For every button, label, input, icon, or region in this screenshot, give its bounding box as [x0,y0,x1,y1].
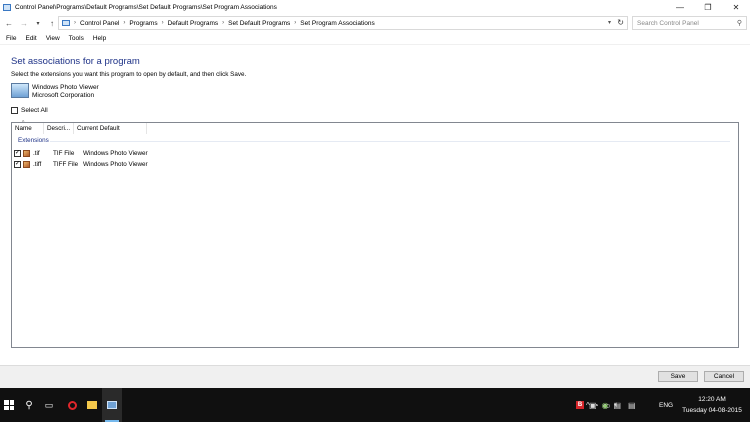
instructions-text: Select the extensions you want this prog… [11,71,247,78]
back-arrow-icon[interactable]: ← [3,16,15,30]
address-dropdown-icon[interactable]: ▾ [608,19,611,26]
row-current-default: Windows Photo Viewer [83,149,148,157]
folder-icon [87,401,97,409]
checkbox-icon[interactable] [11,107,18,114]
task-view-button[interactable]: ▭ [40,388,58,422]
maximize-button[interactable]: ❐ [694,0,722,14]
taskbar-control-panel[interactable] [102,388,122,422]
dialog-footer: Save Cancel [0,366,750,388]
search-icon: ⚲ [736,20,742,27]
page-title: Set associations for a program [11,56,140,67]
cancel-button[interactable]: Cancel [704,371,744,382]
clock-date: Tuesday 04-08-2015 [682,407,742,414]
photo-viewer-icon [11,83,29,98]
row-extension: .tif [33,149,40,157]
column-header-name[interactable]: ^ Name [12,120,44,134]
list-item[interactable]: ✓ .tiff TIFF File Windows Photo Viewer [14,159,148,169]
sort-ascending-icon: ^ [22,120,25,126]
group-divider [50,141,730,142]
taskbar-file-explorer[interactable] [82,388,102,422]
menu-tools[interactable]: Tools [69,35,84,42]
window-controls: — ❐ ✕ [666,0,750,14]
minimize-button[interactable]: — [666,0,694,14]
list-header: ^ Name Descri... Current Default [12,120,152,134]
main-content: Set associations for a program Select th… [0,46,750,366]
taskbar: ⚲ ▭ B ▣ ◉ ▤ ^ ◔ ▭ 🔈︎ ▤ ENG 12:20 AM Tues… [0,388,750,422]
opera-icon [67,400,77,410]
language-indicator[interactable]: ENG [659,388,673,422]
task-view-icon: ▭ [44,399,54,410]
control-panel-icon [3,3,11,11]
search-button[interactable]: ⚲ [20,388,38,422]
close-button[interactable]: ✕ [722,0,750,14]
breadcrumb-set-default-programs[interactable]: Set Default Programs [228,20,290,27]
action-center-button[interactable]: ▤ [628,388,640,422]
menu-bar: File Edit View Tools Help [0,33,750,45]
menu-view[interactable]: View [46,35,60,42]
tif-file-icon [23,149,30,157]
breadcrumb-control-panel[interactable]: Control Panel [80,20,119,27]
windows-logo-icon [4,400,14,410]
search-placeholder: Search Control Panel [637,19,699,27]
bitdefender-icon[interactable]: B [576,401,584,409]
row-extension: .tiff [33,160,42,168]
chevron-right-icon: › [123,20,126,26]
chevron-right-icon: › [222,20,225,26]
row-checkbox[interactable]: ✓ [14,160,21,168]
program-name: Windows Photo Viewer [32,84,99,91]
notifications-icon: ▤ [628,400,636,410]
select-all-checkbox[interactable]: Select All [11,107,48,114]
show-hidden-icons-chevron[interactable]: ^ [586,401,590,410]
start-button[interactable] [0,388,18,422]
clock[interactable]: 12:20 AM Tuesday 04-08-2015 [678,394,746,416]
taskbar-opera[interactable] [62,388,82,422]
breadcrumb-programs[interactable]: Programs [129,20,157,27]
chevron-right-icon: › [74,20,76,26]
chevron-right-icon: › [294,20,297,26]
search-input[interactable]: Search Control Panel ⚲ [632,16,747,30]
chevron-right-icon: › [161,20,164,26]
title-bar: Control Panel\Programs\Default Programs\… [0,0,750,14]
group-header-extensions[interactable]: Extensions [18,137,49,144]
window-title: Control Panel\Programs\Default Programs\… [15,3,277,11]
breadcrumb-set-program-associations[interactable]: Set Program Associations [300,20,374,27]
menu-help[interactable]: Help [93,35,106,42]
volume-icon[interactable]: 🔈︎ [614,400,619,410]
tiff-file-icon [23,160,30,168]
up-arrow-icon[interactable]: ↑ [46,16,58,30]
column-header-description[interactable]: Descri... [44,123,74,134]
row-description: TIF File [53,149,75,157]
program-company: Microsoft Corporation [32,92,95,99]
recent-locations-chevron-icon[interactable]: ▾ [32,16,44,30]
address-bar[interactable]: › Control Panel › Programs › Default Pro… [58,16,628,30]
menu-edit[interactable]: Edit [25,35,36,42]
folder-sync-icon[interactable]: ▭ [603,401,611,410]
clock-time: 12:20 AM [698,396,726,403]
extensions-list[interactable]: ^ Name Descri... Current Default Extensi… [11,120,739,348]
address-control-panel-icon [62,20,70,26]
network-icon[interactable]: ◔ [594,401,599,410]
save-button[interactable]: Save [658,371,698,382]
breadcrumb-default-programs[interactable]: Default Programs [168,20,219,27]
select-all-label: Select All [21,107,48,114]
column-header-current-default[interactable]: Current Default [74,123,147,134]
refresh-icon[interactable]: ↻ [617,18,624,27]
forward-arrow-icon[interactable]: → [18,16,30,30]
row-description: TIFF File [53,160,79,168]
menu-file[interactable]: File [6,35,16,42]
row-checkbox[interactable]: ✓ [14,149,21,157]
system-tray-lower: ^ ◔ ▭ 🔈︎ [586,398,619,412]
list-item[interactable]: ✓ .tif TIF File Windows Photo Viewer [14,148,148,158]
search-icon: ⚲ [25,399,33,411]
control-panel-icon [107,401,117,409]
row-current-default: Windows Photo Viewer [83,160,148,168]
navigation-bar: ← → ▾ ↑ › Control Panel › Programs › Def… [0,14,750,32]
